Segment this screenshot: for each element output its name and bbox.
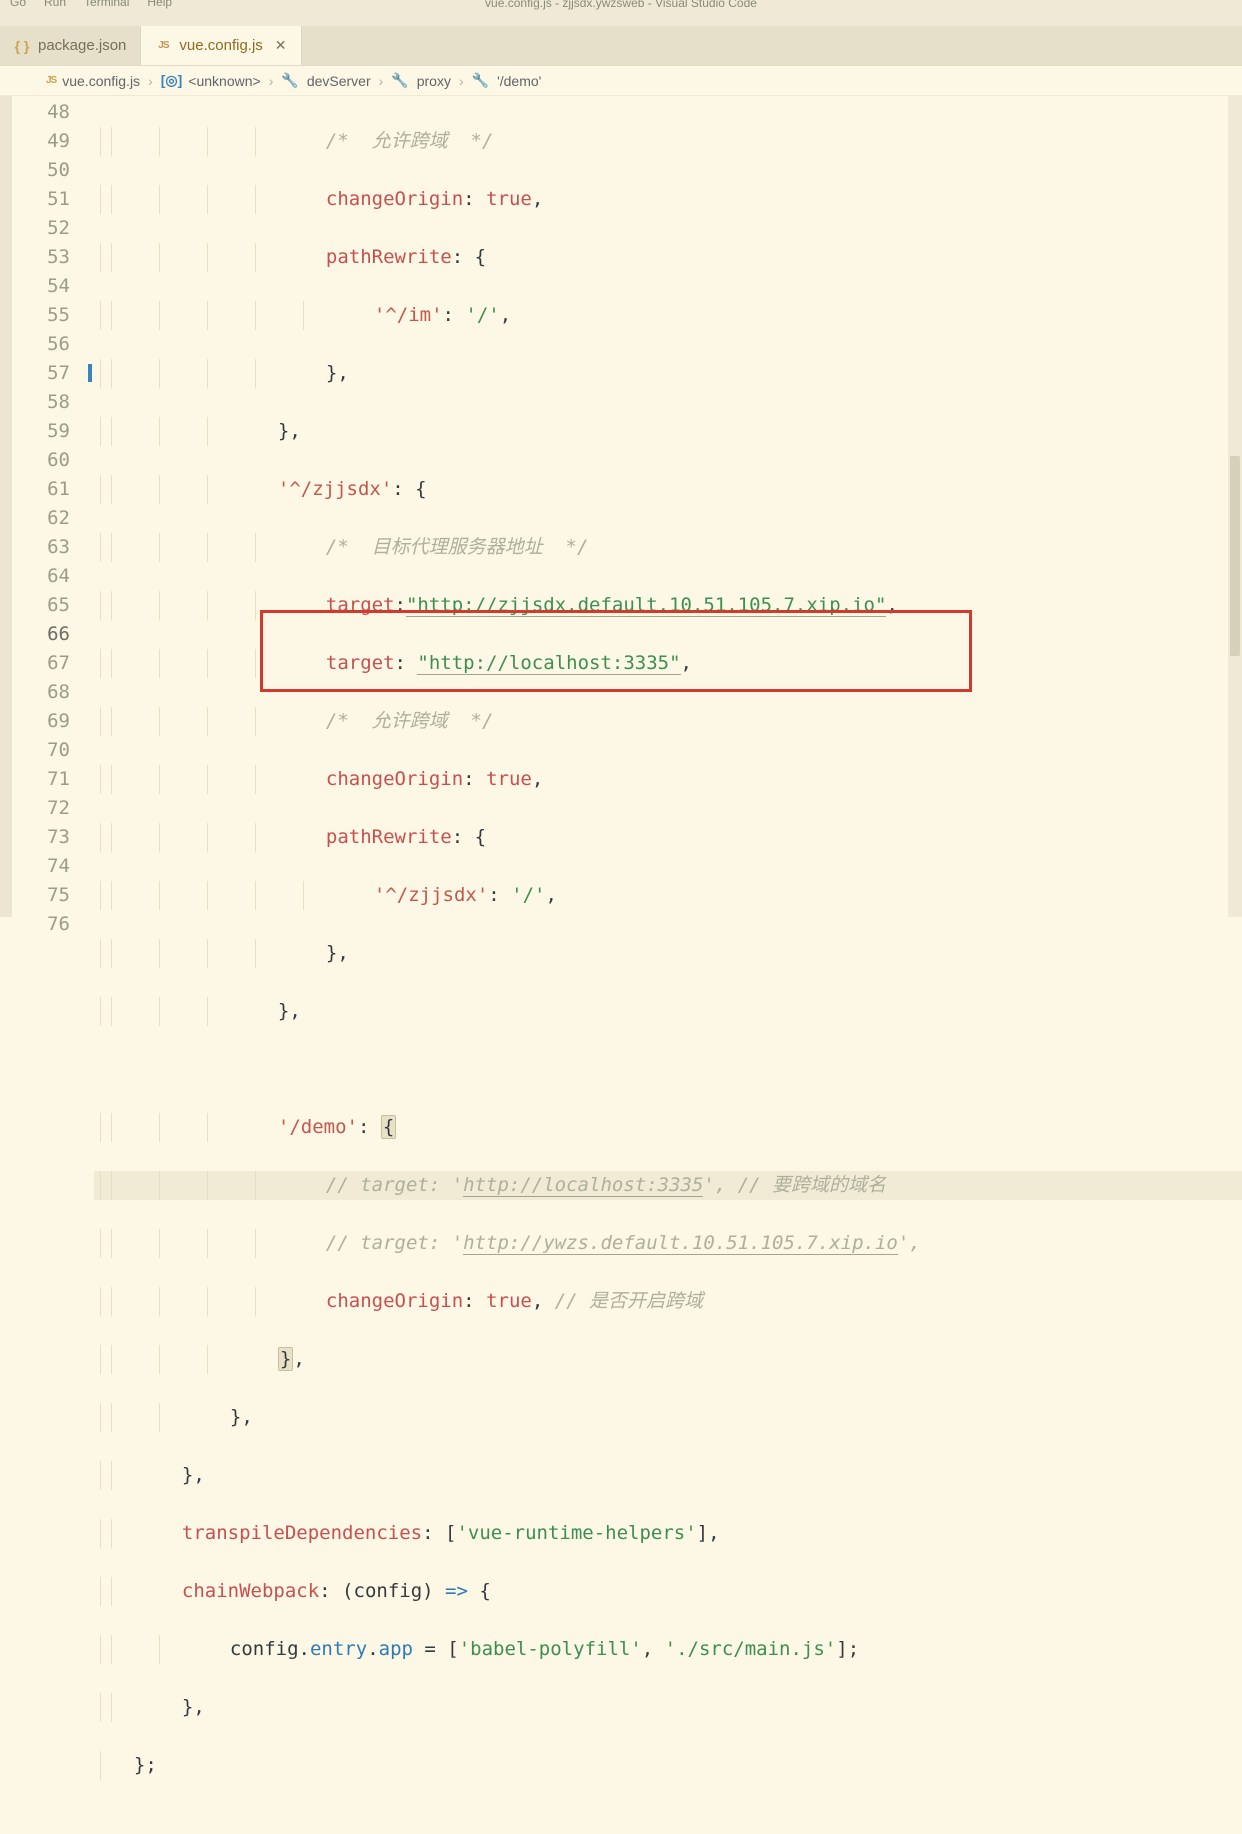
menu-help[interactable]: Help (147, 0, 172, 8)
line-number[interactable]: 75 (12, 881, 94, 910)
code-line[interactable]: pathRewrite: { (94, 243, 1242, 272)
line-number[interactable]: 48 (12, 98, 94, 127)
folding-strip[interactable] (0, 96, 12, 917)
code-line[interactable]: '^/im': '/', (94, 301, 1242, 330)
line-number[interactable]: 63 (12, 533, 94, 562)
vertical-scrollbar[interactable] (1228, 96, 1242, 917)
line-number[interactable]: 54 (12, 272, 94, 301)
line-number[interactable]: 69 (12, 707, 94, 736)
crumb-file[interactable]: vue.config.js (62, 73, 140, 89)
code-line[interactable]: changeOrigin: true, (94, 765, 1242, 794)
line-number[interactable]: 71 (12, 765, 94, 794)
crumb-unknown[interactable]: <unknown> (188, 73, 260, 89)
line-number[interactable]: 74 (12, 852, 94, 881)
line-number[interactable]: 64 (12, 562, 94, 591)
line-number[interactable]: 60 (12, 446, 94, 475)
code-line[interactable]: transpileDependencies: ['vue-runtime-hel… (94, 1519, 1242, 1548)
js-icon: JS (46, 75, 56, 86)
menu-run[interactable]: Run (44, 0, 66, 8)
code-line[interactable]: /* 允许跨域 */ (94, 127, 1242, 156)
code-line[interactable]: }, (94, 1403, 1242, 1432)
line-number[interactable]: 67 (12, 649, 94, 678)
code-line[interactable]: }, (94, 997, 1242, 1026)
code-line[interactable]: '^/zjjsdx': '/', (94, 881, 1242, 910)
code-line[interactable] (94, 1055, 1242, 1084)
code-line[interactable]: changeOrigin: true, // 是否开启跨域 (94, 1287, 1242, 1316)
code-line[interactable]: // target: 'http://ywzs.default.10.51.10… (94, 1229, 1242, 1258)
menu-terminal[interactable]: Terminal (84, 0, 129, 8)
code-line[interactable]: }, (94, 1461, 1242, 1490)
crumb-proxy[interactable]: proxy (417, 73, 451, 89)
line-number[interactable]: 73 (12, 823, 94, 852)
main-menu[interactable]: Go Run Terminal Help (0, 0, 182, 8)
tab-label: package.json (38, 37, 126, 54)
editor[interactable]: 48 49 50 51 52 53 54 55 56 57 58 59 60 6… (0, 96, 1242, 917)
line-number[interactable]: 62 (12, 504, 94, 533)
code-line[interactable]: }, (94, 1345, 1242, 1374)
chevron-right-icon: › (148, 73, 153, 89)
code-line[interactable]: target: "http://localhost:3335", (94, 649, 1242, 678)
code-line[interactable]: }, (94, 939, 1242, 968)
json-icon: { } (14, 38, 30, 54)
scrollbar-thumb[interactable] (1230, 456, 1240, 656)
titlebar: Go Run Terminal Help vue.config.js - zjj… (0, 0, 1242, 26)
line-number[interactable]: 49 (12, 127, 94, 156)
line-number[interactable]: 50 (12, 156, 94, 185)
code-line[interactable]: chainWebpack: (config) => { (94, 1577, 1242, 1606)
crumb-demo[interactable]: '/demo' (497, 73, 541, 89)
menu-go[interactable]: Go (10, 0, 26, 8)
line-number[interactable]: 68 (12, 678, 94, 707)
code-line[interactable]: // target: 'http://localhost:3335', // 要… (94, 1171, 1242, 1200)
line-number[interactable]: 70 (12, 736, 94, 765)
line-number[interactable]: 76 (12, 910, 94, 939)
line-number[interactable]: 57 (12, 359, 94, 388)
code-area[interactable]: /* 允许跨域 */ changeOrigin: true, pathRewri… (94, 96, 1242, 917)
tab-label: vue.config.js (179, 37, 262, 54)
line-number[interactable]: 59 (12, 417, 94, 446)
code-line[interactable]: target:"http://zjjsdx.default.10.51.105.… (94, 591, 1242, 620)
code-line[interactable]: '^/zjjsdx': { (94, 475, 1242, 504)
code-line[interactable]: /* 允许跨域 */ (94, 707, 1242, 736)
wrench-icon: 🔧 (472, 72, 489, 89)
code-line[interactable]: pathRewrite: { (94, 823, 1242, 852)
code-line[interactable]: config.entry.app = ['babel-polyfill', '.… (94, 1635, 1242, 1664)
line-number[interactable]: 55 (12, 301, 94, 330)
line-number[interactable]: 56 (12, 330, 94, 359)
crumb-devserver[interactable]: devServer (307, 73, 371, 89)
line-number[interactable]: 66 (12, 620, 94, 649)
code-line[interactable]: /* 目标代理服务器地址 */ (94, 533, 1242, 562)
line-number[interactable]: 58 (12, 388, 94, 417)
code-line[interactable]: changeOrigin: true, (94, 185, 1242, 214)
wrench-icon: 🔧 (281, 72, 298, 89)
close-icon[interactable]: ✕ (275, 37, 287, 54)
code-line[interactable]: }, (94, 1693, 1242, 1722)
line-number[interactable]: 72 (12, 794, 94, 823)
code-line[interactable]: '/demo': { (94, 1113, 1242, 1142)
line-number[interactable]: 53 (12, 243, 94, 272)
tab-bar: { } package.json JS vue.config.js ✕ (0, 26, 1242, 66)
code-line[interactable]: }, (94, 359, 1242, 388)
tab-package-json[interactable]: { } package.json (0, 26, 141, 65)
wrench-icon: 🔧 (391, 72, 408, 89)
line-number-gutter[interactable]: 48 49 50 51 52 53 54 55 56 57 58 59 60 6… (12, 96, 94, 917)
window-title: vue.config.js - zjjsdx.ywzsweb - Visual … (485, 0, 757, 10)
line-number[interactable]: 52 (12, 214, 94, 243)
chevron-right-icon: › (379, 73, 384, 89)
chevron-right-icon: › (459, 73, 464, 89)
code-line[interactable]: }; (94, 1751, 1242, 1780)
line-number[interactable]: 51 (12, 185, 94, 214)
namespace-icon: [◎] (161, 72, 183, 89)
js-icon: JS (155, 38, 171, 54)
line-number[interactable]: 65 (12, 591, 94, 620)
chevron-right-icon: › (269, 73, 274, 89)
line-number[interactable]: 61 (12, 475, 94, 504)
tab-vue-config-js[interactable]: JS vue.config.js ✕ (141, 26, 301, 65)
code-line[interactable]: }, (94, 417, 1242, 446)
breadcrumb[interactable]: JS vue.config.js › [◎] <unknown> › 🔧 dev… (0, 66, 1242, 96)
